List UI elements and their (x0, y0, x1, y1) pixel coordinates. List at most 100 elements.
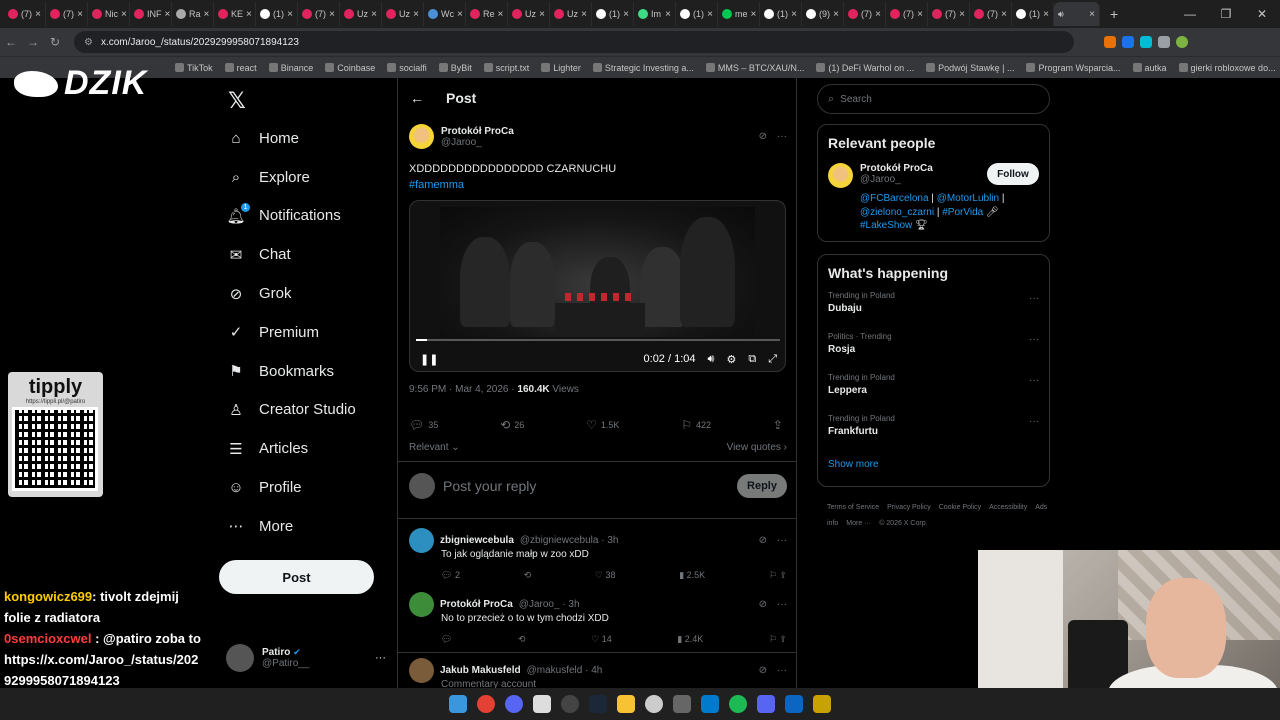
browser-tab[interactable]: (1) × (1012, 2, 1054, 26)
bookmark-item[interactable]: socialfi (387, 63, 427, 73)
grok-icon[interactable]: ⊘ (759, 131, 767, 142)
browser-tab[interactable]: Uz × (508, 2, 550, 26)
avatar[interactable] (828, 163, 853, 188)
new-tab-button[interactable]: + (1110, 6, 1118, 22)
browser-tab[interactable]: (7) × (886, 2, 928, 26)
settings-icon[interactable] (673, 695, 691, 713)
site-info-icon[interactable]: ⚙ (84, 37, 93, 48)
bookmark-icon[interactable]: ⚐ ⇪ (769, 570, 787, 581)
account-switcher[interactable]: Patiro ✔ @Patiro__ ··· (226, 644, 386, 672)
trend-item[interactable]: Politics · Trending Rosja ··· (828, 332, 1039, 363)
browser-tab[interactable]: (7) × (298, 2, 340, 26)
reply-action[interactable]: 💬︎ 35 (409, 418, 438, 432)
extension-icon[interactable] (1140, 36, 1152, 48)
grok-icon[interactable]: ⊘ (759, 535, 767, 546)
more-icon[interactable]: ··· (1029, 416, 1039, 427)
browser-tab[interactable]: (7) × (928, 2, 970, 26)
search-box[interactable]: ⌕ (817, 84, 1050, 114)
obs-icon[interactable] (561, 695, 579, 713)
close-icon[interactable]: × (791, 9, 797, 20)
browser-tab[interactable]: Im × (634, 2, 676, 26)
hashtag-link[interactable]: #famemma (409, 177, 616, 193)
close-icon[interactable]: × (329, 9, 335, 20)
bookmark-item[interactable]: Lighter (541, 63, 581, 73)
author-handle[interactable]: @Jaroo_ (441, 137, 514, 148)
extension-icon[interactable] (1104, 36, 1116, 48)
browser-tab[interactable]: me × (718, 2, 760, 26)
close-window-button[interactable]: ✕ (1244, 0, 1280, 28)
close-icon[interactable]: × (581, 9, 587, 20)
close-icon[interactable]: × (665, 9, 671, 20)
bookmark-item[interactable]: Coinbase (325, 63, 375, 73)
close-icon[interactable]: × (457, 9, 463, 20)
nav-item-bookmarks[interactable]: ⚑ Bookmarks (219, 352, 389, 391)
reply-item[interactable]: Protokół ProCa @Jaroo_ · 3h ⊘ ··· No to p… (409, 592, 787, 645)
browser-tab[interactable]: Ra × (172, 2, 214, 26)
extension-icon[interactable] (1122, 36, 1134, 48)
bookmark-item[interactable]: TikTok (175, 63, 213, 73)
minimize-button[interactable]: — (1172, 0, 1208, 28)
reply-input[interactable] (443, 478, 729, 494)
picture-in-picture-icon[interactable]: ⧉ (748, 353, 756, 366)
views-icon[interactable]: ▮ 2.4K (677, 634, 703, 645)
sort-dropdown[interactable]: Relevant ⌄ (409, 442, 460, 453)
close-icon[interactable]: × (1001, 9, 1007, 20)
volume-icon[interactable]: 🔊︎ (708, 353, 715, 366)
follow-button[interactable]: Follow (987, 163, 1039, 185)
close-icon[interactable]: × (77, 9, 83, 20)
close-icon[interactable]: × (287, 9, 293, 20)
reply-icon[interactable]: 💬︎ (441, 634, 452, 645)
active-browser-tab[interactable]: 🔊︎ × (1054, 2, 1100, 26)
close-icon[interactable]: × (1089, 9, 1095, 20)
more-icon[interactable]: ··· (1029, 293, 1039, 304)
fullscreen-icon[interactable]: ⤢ (768, 353, 777, 366)
reply-author[interactable]: Jakub Makusfeld (440, 665, 521, 676)
discord-icon[interactable] (505, 695, 523, 713)
view-quotes-link[interactable]: View quotes › (727, 442, 787, 453)
browser-tab[interactable]: (1) × (676, 2, 718, 26)
browser-tab[interactable]: (7) × (46, 2, 88, 26)
bookmark-item[interactable]: MMS – BTC/XAU/N... (705, 63, 804, 73)
close-icon[interactable]: × (1043, 9, 1049, 20)
close-icon[interactable]: × (539, 9, 545, 20)
grok-icon[interactable]: ⊘ (759, 599, 767, 610)
trend-item[interactable]: Trending in Poland Frankfurtu ··· (828, 414, 1039, 445)
more-icon[interactable]: ··· (777, 599, 787, 610)
browser-tab[interactable]: (1) × (760, 2, 802, 26)
back-arrow-icon[interactable]: ← (410, 90, 424, 106)
reply-button[interactable]: Reply (737, 474, 787, 498)
browser-tab[interactable]: Uz × (340, 2, 382, 26)
more-icon[interactable]: ··· (1029, 334, 1039, 345)
browser-tab[interactable]: (1) × (256, 2, 298, 26)
heart-icon[interactable]: ♡ 38 (595, 570, 616, 581)
bookmark-item[interactable]: Binance (268, 63, 313, 73)
video-progress-bar[interactable] (416, 339, 780, 341)
forward-icon[interactable]: → (22, 35, 44, 49)
browser-tab[interactable]: Uz × (550, 2, 592, 26)
reply-author[interactable]: Protokół ProCa (440, 599, 513, 610)
vscode-icon[interactable] (701, 695, 719, 713)
browser-tab[interactable]: (7) × (844, 2, 886, 26)
browser-tab[interactable]: INF × (130, 2, 172, 26)
more-icon[interactable]: ··· (777, 535, 787, 546)
app-icon[interactable] (813, 695, 831, 713)
browser-tab[interactable]: Re × (466, 2, 508, 26)
close-icon[interactable]: × (371, 9, 377, 20)
app-icon[interactable] (533, 695, 551, 713)
file-explorer-icon[interactable] (617, 695, 635, 713)
footer-link[interactable]: Accessibility (989, 504, 1027, 511)
back-icon[interactable]: ← (0, 35, 22, 49)
browser-tab[interactable]: Uz × (382, 2, 424, 26)
views-icon[interactable]: ▮ 2.5K (679, 570, 705, 581)
bookmark-item[interactable]: script.txt (483, 63, 529, 73)
avatar[interactable] (409, 124, 434, 149)
nav-item-explore[interactable]: ⌕ Explore (219, 158, 389, 197)
bookmark-action[interactable]: ⚐ 422 (681, 418, 711, 432)
bookmark-item[interactable]: ByBit (438, 63, 472, 73)
repost-icon[interactable]: ⟲ (524, 570, 532, 581)
reply-icon[interactable]: 💬︎ 2 (441, 570, 460, 581)
trend-item[interactable]: Trending in Poland Dubaju ··· (828, 291, 1039, 322)
spotify-icon[interactable] (729, 695, 747, 713)
browser-tab[interactable]: (7) × (4, 2, 46, 26)
reply-item[interactable]: Jakub Makusfeld @makusfeld · 4h ⊘ ··· Com… (409, 658, 787, 690)
